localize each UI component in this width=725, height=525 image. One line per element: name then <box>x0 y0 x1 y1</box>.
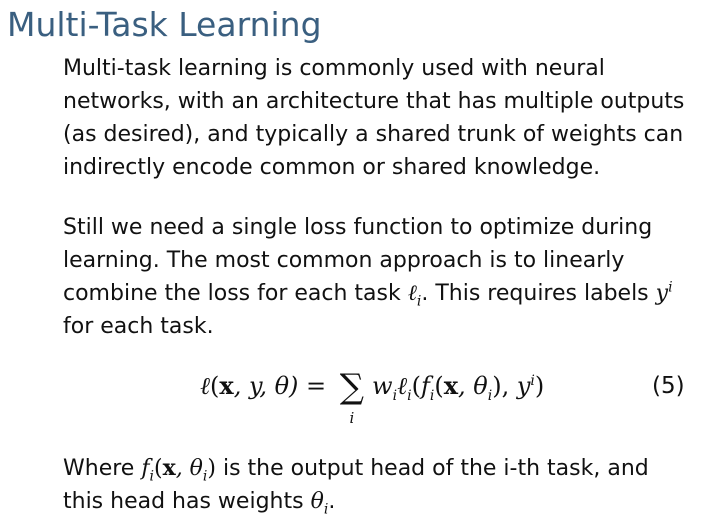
intro-paragraph: Multi-task learning is commonly used wit… <box>63 52 713 184</box>
head-line-2: this head has weights θi. <box>63 485 713 518</box>
loss-line-3-text-mid: . This requires labels <box>421 281 656 306</box>
eq-close-2: ) <box>534 372 545 400</box>
eq-lhs-loss: ℓ <box>200 372 210 400</box>
head-x-symbol: x <box>162 455 176 481</box>
head-line-1-post: is the output head of the i-th task, and <box>216 456 649 481</box>
sum-sign: ∑ <box>339 367 365 407</box>
eq-head-x: x <box>443 371 458 400</box>
eq-lhs-x: x <box>219 371 234 400</box>
eq-close-1: ), <box>492 372 517 400</box>
eq-head-open: ( <box>434 372 444 400</box>
intro-line-1: Multi-task learning is commonly used wit… <box>63 56 605 81</box>
head-paragraph: Where fi(x, θi) is the output head of th… <box>63 452 713 518</box>
loss-line-4: for each task. <box>63 314 214 339</box>
eq-task-loss: ℓ <box>397 372 408 400</box>
loss-line-3-text: combine the loss for each task <box>63 281 408 306</box>
eq-lhs-open: ( <box>210 372 220 400</box>
head-open-paren: ( <box>153 456 163 481</box>
equation-body: ℓ(x, y, θ) = ∑ i wiℓi(fi(x, θi), yi) <box>200 364 545 426</box>
label-superscript: i <box>668 279 673 296</box>
head-close-paren: ) <box>207 456 216 481</box>
loss-paragraph: Still we need a single loss function to … <box>63 211 713 343</box>
head-line-1-pre: Where <box>63 456 142 481</box>
weights-theta-symbol: θ <box>310 489 324 514</box>
eq-head-theta: , θ <box>458 372 488 400</box>
head-line-2-pre: this head has weights <box>63 489 311 514</box>
eq-lhs-args: , y, θ) <box>233 372 299 400</box>
loss-line-2: learning. The most common approach is to… <box>63 248 625 273</box>
equation-number: (5) <box>652 373 685 399</box>
loss-line-1: Still we need a single loss function to … <box>63 215 653 240</box>
slide-title: Multi-Task Learning <box>7 5 322 44</box>
eq-term-open: ( <box>411 372 421 400</box>
task-loss-symbol: ℓ <box>407 281 417 306</box>
loss-equation: ℓ(x, y, θ) = ∑ i wiℓi(fi(x, θi), yi) (5) <box>0 364 725 434</box>
intro-line-3: (as desired), and typically a shared tru… <box>63 122 684 147</box>
eq-head-f: f <box>420 372 430 400</box>
head-line-2-post: . <box>328 489 336 514</box>
intro-line-4: indirectly encode common or shared knowl… <box>63 155 601 180</box>
eq-equals: = <box>298 372 334 400</box>
summation: ∑ i <box>339 367 365 426</box>
eq-label-y: y <box>516 372 531 400</box>
head-line-1: Where fi(x, θi) is the output head of th… <box>63 452 713 485</box>
sum-index: i <box>349 409 355 427</box>
loss-line-3: combine the loss for each task ℓ i . This … <box>63 277 713 310</box>
head-theta-part: , θ <box>175 456 203 481</box>
label-symbol: y <box>655 281 669 306</box>
eq-weight: w <box>372 372 393 400</box>
intro-line-2: networks, with an architecture that has … <box>63 89 685 114</box>
